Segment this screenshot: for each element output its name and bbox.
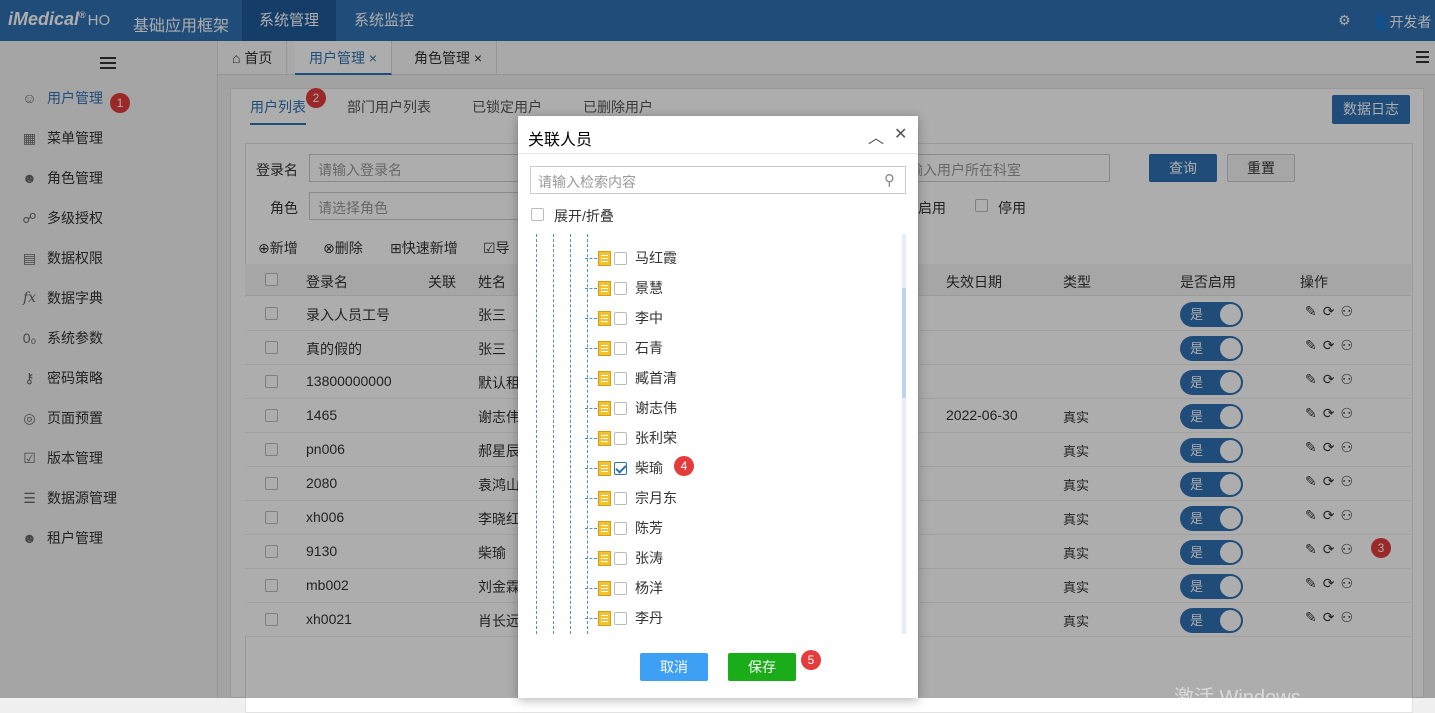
tree-scroll-thumb[interactable] [902, 288, 906, 398]
windows-watermark: 激活 Windows [1174, 687, 1301, 709]
tree-node[interactable]: 李中 [585, 308, 663, 328]
node-checkbox[interactable] [614, 551, 627, 565]
search-icon[interactable]: ⚲ [884, 171, 895, 189]
close-icon[interactable]: ✕ [894, 124, 907, 144]
tree-line [536, 234, 537, 634]
dialog-title: 关联人员 [528, 132, 593, 149]
file-icon [598, 250, 611, 266]
file-icon [598, 340, 611, 356]
node-checkbox[interactable] [614, 611, 627, 625]
file-icon [598, 430, 611, 446]
cancel-button[interactable]: 取消 [640, 653, 708, 681]
node-label: 张利荣 [635, 430, 677, 446]
node-checkbox[interactable] [614, 491, 627, 505]
node-label: 柴瑜 [635, 460, 663, 476]
link-people-dialog: 关联人员 ︿ ✕ 请输入检索内容 ⚲ 展开/折叠 马红霞景慧李中石青臧首清谢志伟… [518, 116, 918, 698]
tree-node[interactable]: 杨洋 [585, 578, 663, 598]
file-icon [598, 280, 611, 296]
file-icon [598, 310, 611, 326]
file-icon [598, 550, 611, 566]
node-checkbox[interactable] [614, 401, 627, 415]
tree-node[interactable]: 马红霞 [585, 248, 677, 268]
tree-node[interactable]: 景慧 [585, 278, 663, 298]
node-checkbox[interactable] [614, 581, 627, 595]
node-label: 杨洋 [635, 580, 663, 596]
file-icon [598, 460, 611, 476]
node-label: 石青 [635, 340, 663, 356]
tree-node[interactable]: 张利荣 [585, 428, 677, 448]
tree-node[interactable]: 李丹 [585, 608, 663, 628]
node-label: 谢志伟 [635, 400, 677, 416]
node-checkbox[interactable] [614, 251, 627, 265]
annotation-badge-5: 5 [801, 650, 821, 670]
node-label: 李中 [635, 310, 663, 326]
file-icon [598, 580, 611, 596]
tree-node[interactable]: 臧首清 [585, 368, 677, 388]
node-label: 景慧 [635, 280, 663, 296]
node-checkbox[interactable] [614, 521, 627, 535]
file-icon [598, 370, 611, 386]
tree-node[interactable]: 宗月东 [585, 488, 677, 508]
tree-node[interactable]: 张涛 [585, 548, 663, 568]
expand-collapse-label: 展开/折叠 [554, 208, 614, 224]
tree-node[interactable]: 石青 [585, 338, 663, 358]
people-tree: 马红霞景慧李中石青臧首清谢志伟张利荣柴瑜宗月东陈芳张涛杨洋李丹 [530, 234, 910, 634]
annotation-badge-4: 4 [674, 456, 694, 476]
node-checkbox[interactable] [614, 311, 627, 325]
collapse-icon[interactable]: ︿ [868, 124, 884, 148]
node-checkbox[interactable] [614, 371, 627, 385]
tree-line [553, 234, 554, 634]
file-icon [598, 400, 611, 416]
file-icon [598, 490, 611, 506]
search-input[interactable]: 请输入检索内容 [530, 166, 906, 194]
node-checkbox[interactable] [614, 431, 627, 445]
file-icon [598, 610, 611, 626]
tree-line [570, 234, 571, 634]
tree-node[interactable]: 谢志伟 [585, 398, 677, 418]
node-label: 宗月东 [635, 490, 677, 506]
dialog-divider [518, 153, 918, 154]
node-label: 张涛 [635, 550, 663, 566]
node-checkbox[interactable] [614, 341, 627, 355]
save-button[interactable]: 保存 [728, 653, 796, 681]
node-label: 臧首清 [635, 370, 677, 386]
node-checkbox[interactable] [614, 461, 627, 475]
node-checkbox[interactable] [614, 281, 627, 295]
node-label: 李丹 [635, 610, 663, 626]
file-icon [598, 520, 611, 536]
node-label: 马红霞 [635, 250, 677, 266]
node-label: 陈芳 [635, 520, 663, 536]
tree-node[interactable]: 陈芳 [585, 518, 663, 538]
expand-collapse-checkbox[interactable] [531, 208, 544, 224]
tree-node[interactable]: 柴瑜 [585, 458, 663, 478]
